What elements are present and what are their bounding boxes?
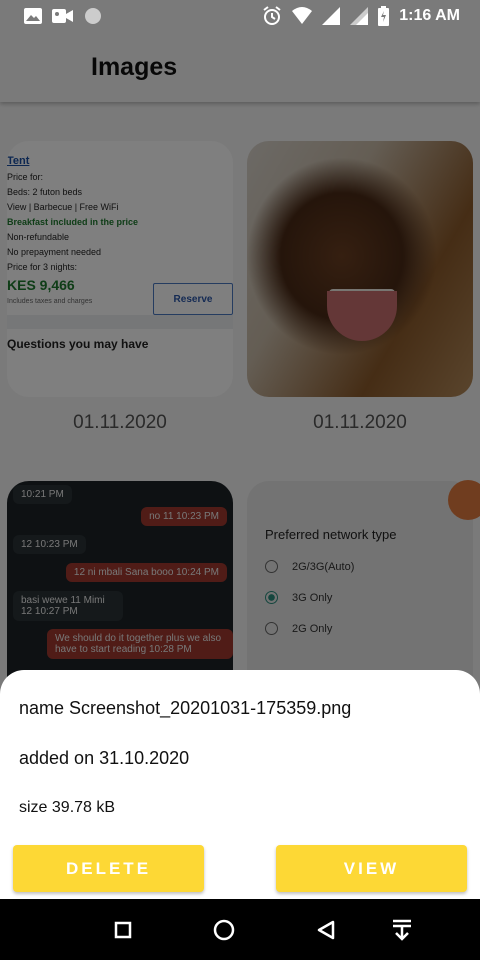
status-bar: 1:16 AM bbox=[0, 0, 480, 32]
view-button[interactable]: VIEW bbox=[276, 845, 467, 892]
recents-square-icon[interactable] bbox=[110, 917, 136, 943]
video-icon bbox=[52, 8, 74, 24]
battery-icon bbox=[378, 6, 390, 26]
home-circle-icon[interactable] bbox=[211, 917, 237, 943]
image-icon bbox=[24, 8, 42, 24]
back-triangle-icon[interactable] bbox=[313, 917, 339, 943]
delete-button[interactable]: DELETE bbox=[13, 845, 204, 892]
keyboard-hide-icon[interactable] bbox=[389, 917, 415, 943]
status-right: 1:16 AM bbox=[262, 6, 460, 26]
status-left bbox=[24, 7, 102, 25]
file-name: name Screenshot_20201031-175359.png bbox=[19, 698, 352, 718]
signal-icon bbox=[322, 7, 341, 25]
bottom-sheet: name Screenshot_20201031-175359.png adde… bbox=[0, 670, 480, 899]
status-time: 1:16 AM bbox=[399, 7, 460, 24]
circle-icon bbox=[84, 7, 102, 25]
wifi-icon bbox=[292, 7, 313, 25]
file-size: size 39.78 kB bbox=[19, 799, 116, 816]
alarm-icon bbox=[262, 6, 282, 26]
signal-icon bbox=[350, 7, 369, 25]
navigation-bar bbox=[0, 899, 480, 960]
added-date: added on 31.10.2020 bbox=[19, 748, 190, 768]
app-screen: Images Tent Price for: Beds: 2 futon bed… bbox=[0, 32, 480, 899]
